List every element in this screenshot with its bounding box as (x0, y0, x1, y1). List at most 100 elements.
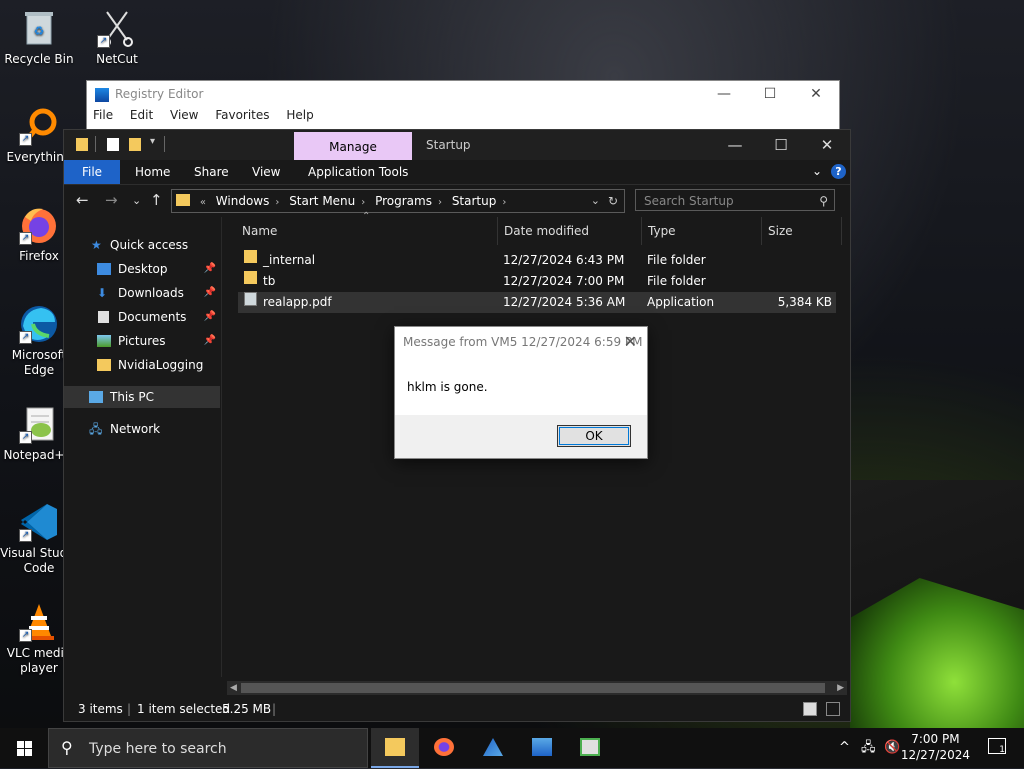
close-icon[interactable]: ✕ (624, 327, 637, 357)
large-icons-view-icon[interactable] (826, 702, 840, 716)
windows-logo-icon (17, 741, 32, 756)
tab-manage[interactable]: Manage (294, 132, 412, 160)
taskbar-registry-editor[interactable] (518, 728, 566, 768)
chevron-up-icon[interactable]: ^ (839, 728, 850, 768)
firefox-icon: ↗ (19, 205, 59, 245)
start-button[interactable] (0, 728, 48, 768)
expand-ribbon-icon[interactable]: ⌄ (812, 164, 822, 178)
nav-this-pc[interactable]: This PC (64, 386, 220, 408)
scroll-right-icon[interactable]: ▶ (837, 681, 844, 695)
tab-view[interactable]: View (252, 160, 280, 184)
breadcrumb-start-menu[interactable]: Start Menu (289, 194, 355, 208)
new-folder-icon[interactable] (129, 138, 141, 151)
nav-downloads[interactable]: ⬇ Downloads 📌 (64, 282, 220, 304)
nav-label: Desktop (118, 262, 168, 276)
refresh-icon[interactable]: ↻ (608, 190, 618, 212)
taskbar-window[interactable] (566, 728, 614, 768)
explorer-titlebar[interactable]: ▾ Manage Startup — ☐ ✕ (64, 130, 850, 160)
breadcrumb-windows[interactable]: Windows (216, 194, 270, 208)
menu-file[interactable]: File (93, 108, 113, 122)
clock[interactable]: 7:00 PM 12/27/2024 (901, 731, 970, 763)
table-row[interactable]: _internal 12/27/2024 6:43 PM File folder (238, 250, 836, 271)
breadcrumb-startup[interactable]: Startup (452, 194, 497, 208)
tab-home[interactable]: Home (135, 160, 170, 184)
column-header-size[interactable]: Size (762, 217, 842, 245)
breadcrumb-programs[interactable]: Programs (375, 194, 432, 208)
maximize-button[interactable]: ☐ (758, 130, 804, 160)
pin-icon[interactable]: 📌 (204, 282, 216, 304)
action-center-icon[interactable]: 1 (988, 738, 1006, 755)
menu-edit[interactable]: Edit (130, 108, 153, 122)
desktop-icon-label: NetCut (96, 52, 138, 66)
scrollbar-thumb[interactable] (241, 683, 825, 693)
nav-documents[interactable]: Documents 📌 (64, 306, 220, 328)
nav-label: NvidiaLogging (118, 358, 204, 372)
menu-view[interactable]: View (170, 108, 198, 122)
nav-network[interactable]: 🖧 Network (64, 418, 220, 440)
horizontal-scrollbar[interactable]: ◀ ▶ (227, 681, 847, 695)
search-placeholder: Search Startup (644, 194, 734, 208)
maximize-button[interactable]: ☐ (747, 81, 793, 108)
taskbar-app[interactable] (469, 728, 517, 768)
tab-application-tools[interactable]: Application Tools (308, 160, 408, 184)
regedit-titlebar[interactable]: Registry Editor — ☐ ✕ (87, 81, 839, 108)
clock-date: 12/27/2024 (900, 748, 970, 762)
pin-icon[interactable]: 📌 (204, 258, 216, 280)
nav-quick-access[interactable]: ★ Quick access (64, 234, 220, 256)
tab-share[interactable]: Share (194, 160, 229, 184)
taskbar-search-box[interactable]: ⚲ Type here to search (48, 728, 368, 768)
registry-editor-window[interactable]: Registry Editor — ☐ ✕ File Edit View Fav… (86, 80, 840, 132)
nav-desktop[interactable]: Desktop 📌 (64, 258, 220, 280)
window-title: Startup (426, 138, 471, 152)
file-date: 12/27/2024 5:36 AM (503, 295, 626, 309)
pin-icon[interactable]: 📌 (204, 330, 216, 352)
details-view-icon[interactable] (803, 702, 817, 716)
customize-quick-access-icon[interactable]: ▾ (150, 136, 155, 147)
registry-editor-icon (95, 88, 109, 102)
back-arrow-icon[interactable]: ← (76, 191, 89, 209)
minimize-button[interactable]: — (712, 130, 758, 160)
scroll-left-icon[interactable]: ◀ (230, 681, 237, 695)
table-row[interactable]: realapp.pdf 12/27/2024 5:36 AM Applicati… (238, 292, 836, 313)
menu-favorites[interactable]: Favorites (215, 108, 269, 122)
nav-nvidialogging[interactable]: NvidiaLogging (64, 354, 220, 376)
pin-icon[interactable]: 📌 (204, 306, 216, 328)
properties-icon[interactable] (107, 138, 119, 151)
network-icon[interactable]: 🖧 (861, 728, 876, 768)
folder-icon (244, 271, 257, 284)
message-dialog[interactable]: Message from VM5 12/27/2024 6:59 PM ✕ hk… (394, 326, 648, 459)
column-header-name[interactable]: Name (236, 217, 498, 245)
application-icon (244, 292, 257, 306)
tab-file[interactable]: File (64, 160, 120, 184)
nav-label: Documents (118, 310, 187, 324)
menu-help[interactable]: Help (286, 108, 313, 122)
help-icon[interactable]: ? (831, 164, 846, 179)
close-button[interactable]: ✕ (804, 130, 850, 160)
desktop-icon-recycle-bin[interactable]: ♻ Recycle Bin (0, 8, 78, 67)
desktop-icon-netcut[interactable]: ↗ NetCut (78, 8, 156, 67)
column-header-type[interactable]: Type (642, 217, 762, 245)
taskbar-firefox[interactable] (420, 728, 468, 768)
separator: | (127, 702, 132, 716)
search-input[interactable]: Search Startup ⚲ (635, 189, 835, 211)
volume-muted-icon[interactable]: 🔇 (884, 728, 900, 768)
address-bar[interactable]: « Windows › Start Menu › Programs › Startup… (171, 189, 625, 213)
column-header-date[interactable]: Date modified (498, 217, 642, 245)
folder-icon (244, 250, 257, 263)
ok-button[interactable]: OK (557, 425, 631, 447)
close-button[interactable]: ✕ (793, 81, 839, 108)
forward-arrow-icon[interactable]: → (105, 191, 118, 209)
nav-label: This PC (110, 390, 154, 404)
nav-pictures[interactable]: Pictures 📌 (64, 330, 220, 352)
status-selected: 1 item selected (137, 702, 231, 716)
minimize-button[interactable]: — (701, 81, 747, 108)
taskbar-file-explorer[interactable] (371, 728, 419, 768)
recent-locations-icon[interactable]: ⌄ (132, 194, 141, 207)
up-arrow-icon[interactable]: ↑ (150, 191, 163, 209)
address-dropdown-icon[interactable]: ⌄ (591, 190, 600, 212)
computer-icon (89, 391, 103, 403)
breadcrumb-overflow[interactable]: « (200, 197, 206, 208)
table-row[interactable]: tb 12/27/2024 7:00 PM File folder (238, 271, 836, 292)
file-date: 12/27/2024 7:00 PM (503, 274, 625, 288)
file-name: realapp.pdf (263, 295, 332, 309)
